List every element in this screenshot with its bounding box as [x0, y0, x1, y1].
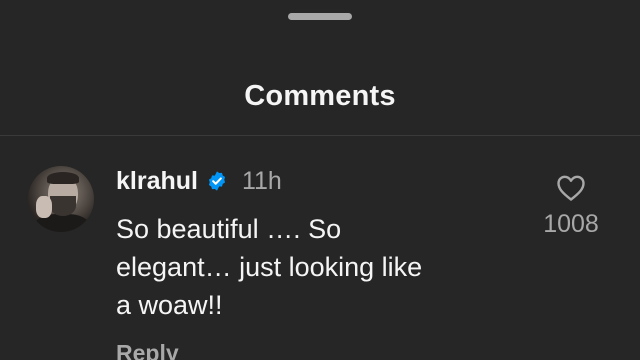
avatar[interactable]: [28, 166, 94, 232]
avatar-hand: [36, 196, 52, 218]
comment-username[interactable]: klrahul: [116, 167, 198, 196]
avatar-beard: [50, 196, 76, 216]
heart-outline-icon[interactable]: [556, 174, 586, 202]
header-divider: [0, 135, 640, 136]
comments-sheet: Comments klrahul 11h So beautiful …. So …: [0, 0, 640, 360]
reply-button[interactable]: Reply: [116, 340, 179, 360]
like-count: 1008: [543, 210, 599, 238]
comment-text: So beautiful …. So elegant… just looking…: [116, 214, 423, 320]
comment-timestamp: 11h: [241, 166, 282, 195]
avatar-hair: [47, 172, 79, 184]
comment-header: klrahul 11h: [116, 164, 282, 198]
verified-badge-icon: [208, 171, 226, 191]
page-title: Comments: [244, 80, 396, 112]
drag-handle[interactable]: [288, 13, 352, 20]
